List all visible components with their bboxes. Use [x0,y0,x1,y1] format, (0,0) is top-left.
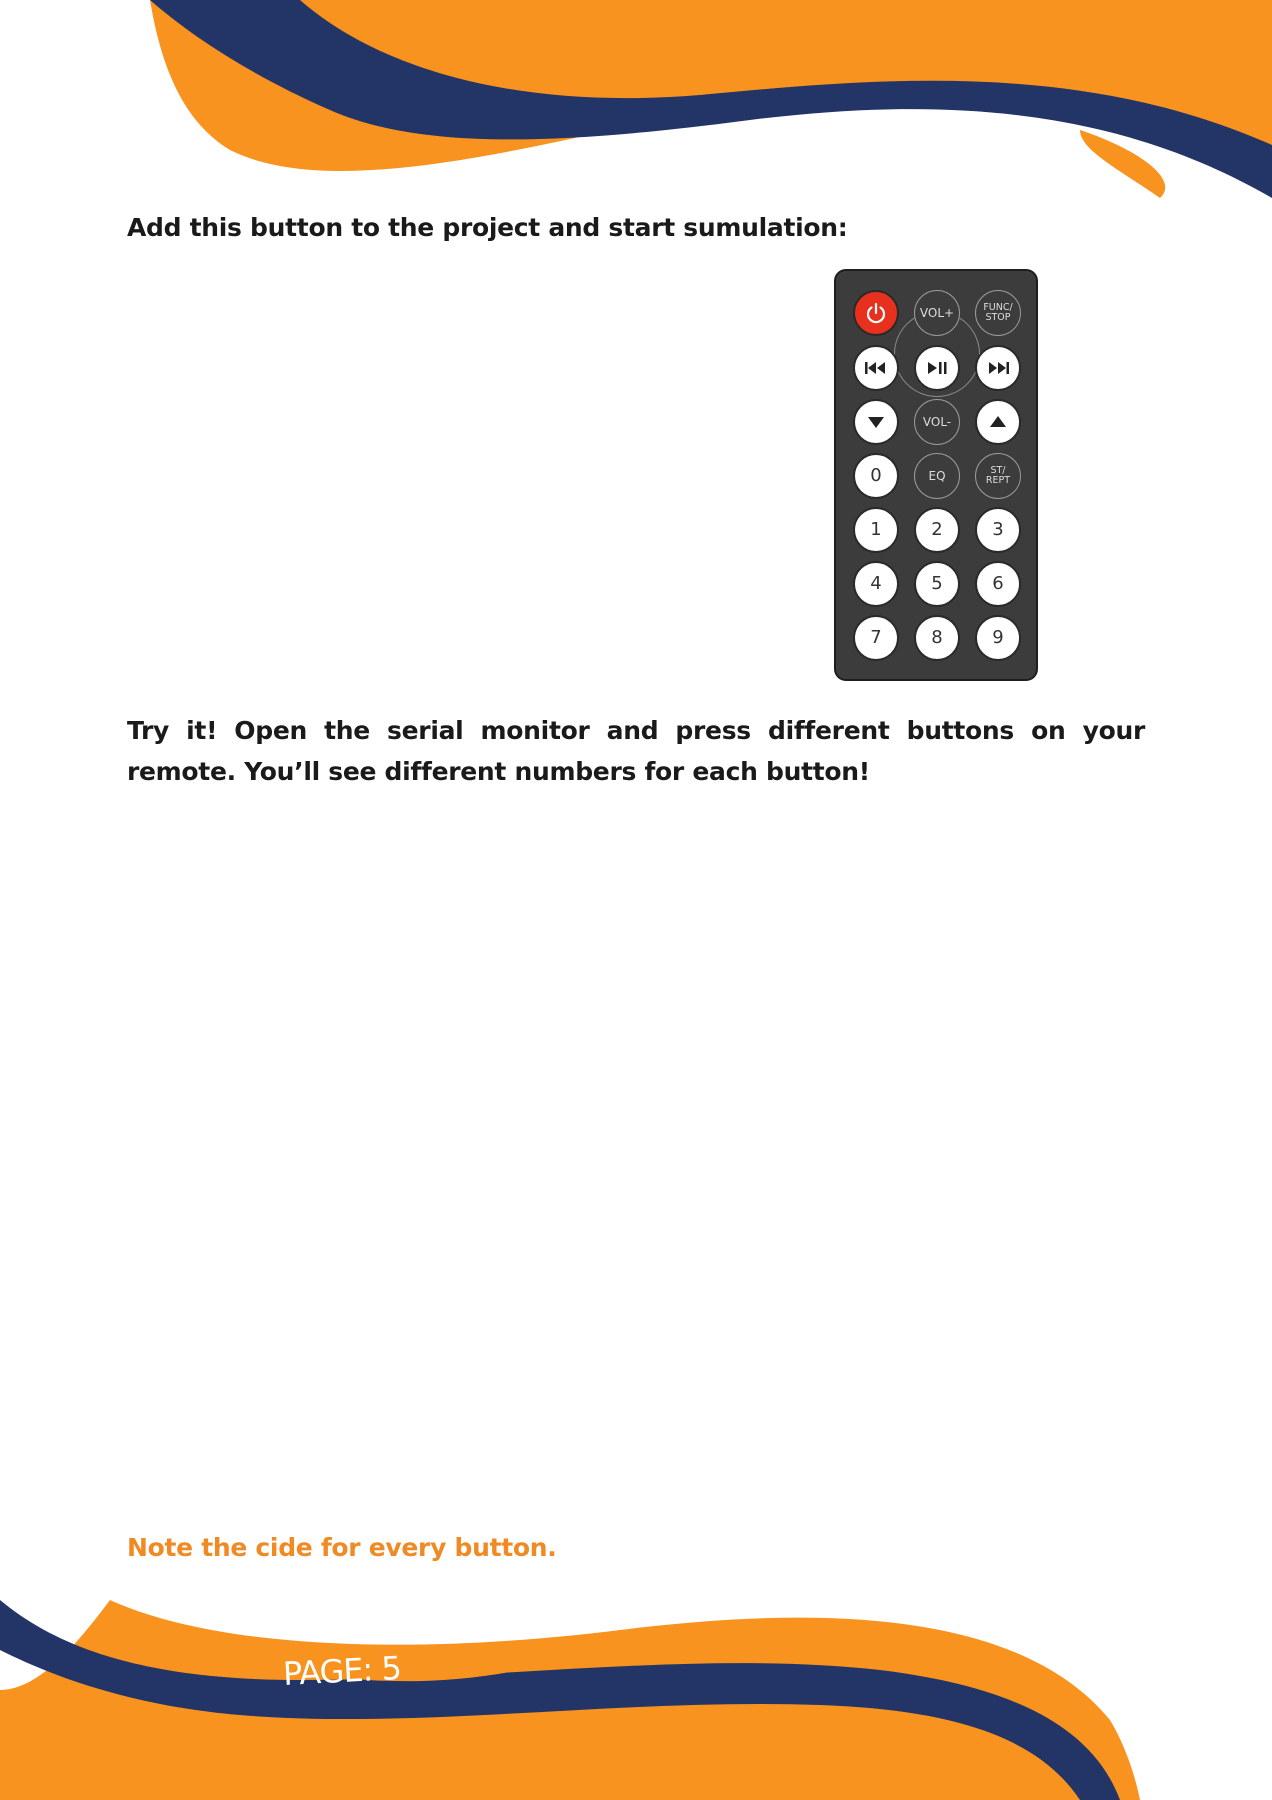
intro-text: Add this button to the project and start… [127,213,848,242]
vol-down-label: VOL- [922,414,952,429]
vol-down-button: VOL- [914,399,960,445]
two-label: 2 [931,519,943,540]
six-button: 6 [975,561,1021,607]
nine-label: 9 [992,627,1004,648]
six-label: 6 [992,573,1004,594]
eight-button: 8 [914,615,960,661]
func-stop-button: FUNC/ STOP [975,290,1021,336]
header-wave-decoration [150,0,1272,198]
up-button [975,399,1021,445]
previous-button [853,345,899,391]
zero-label: 0 [870,465,882,486]
four-label: 4 [870,573,882,594]
up-arrow-icon [990,416,1006,427]
note-text: Note the cide for every button. [127,1533,557,1562]
one-button: 1 [853,507,899,553]
seven-button: 7 [853,615,899,661]
five-label: 5 [931,573,943,594]
three-label: 3 [992,519,1004,540]
vol-up-button: VOL+ [914,290,960,336]
play-pause-button [914,345,960,391]
power-icon [866,302,886,324]
power-button [853,290,899,336]
st-rept-button: ST/ REPT [975,453,1021,499]
down-button [853,399,899,445]
seven-label: 7 [870,627,882,648]
zero-button: 0 [853,453,899,499]
three-button: 3 [975,507,1021,553]
eight-label: 8 [931,627,943,648]
func-stop-label: FUNC/ STOP [983,302,1013,323]
footer-wave-decoration [0,1600,1140,1800]
five-button: 5 [914,561,960,607]
st-rept-label: ST/ REPT [985,465,1011,486]
next-track-icon [989,362,1009,374]
vol-up-label: VOL+ [919,305,955,320]
eq-button: EQ [914,453,960,499]
one-label: 1 [870,519,882,540]
ir-remote-image: VOL+ FUNC/ STOP VOL- 0 EQ ST/ REPT 1 2 3… [834,269,1038,681]
page-number: PAGE: 5 [282,1648,402,1693]
down-arrow-icon [868,417,884,428]
eq-label: EQ [928,468,946,483]
previous-track-icon [865,362,885,374]
next-button [975,345,1021,391]
two-button: 2 [914,507,960,553]
instruction-line-2: You’ll see different numbers for each bu… [244,757,870,786]
instruction-paragraph: Try it! Open the serial monitor and pres… [127,710,1145,792]
four-button: 4 [853,561,899,607]
nine-button: 9 [975,615,1021,661]
play-pause-icon [928,362,947,374]
